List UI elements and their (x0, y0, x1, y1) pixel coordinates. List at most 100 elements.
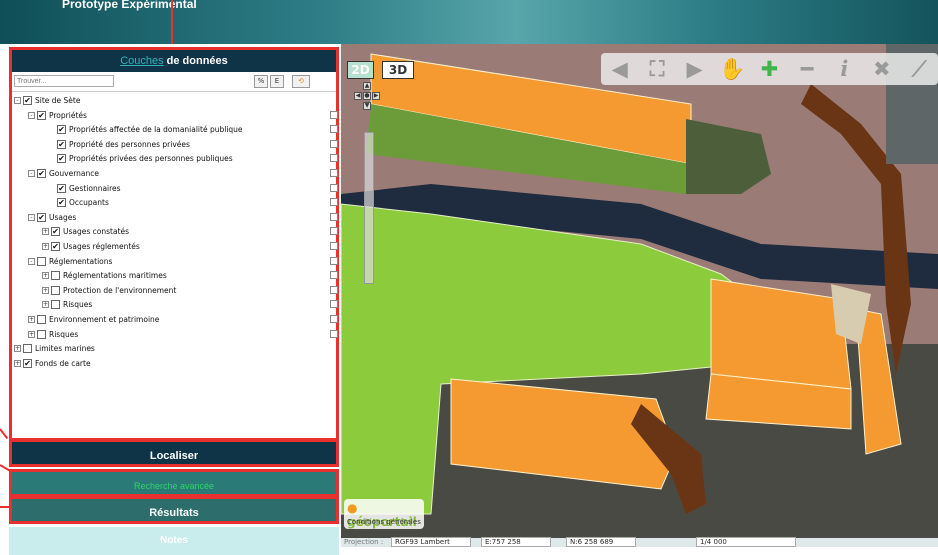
pan-left-icon[interactable]: ◀ (354, 92, 362, 100)
layer-search-input[interactable] (14, 75, 114, 87)
layer-checkbox[interactable] (51, 271, 60, 281)
layer-side-checkbox[interactable] (330, 198, 338, 207)
layer-side-checkbox[interactable] (330, 300, 338, 309)
resultats-bar[interactable]: Résultats (9, 496, 339, 524)
tree-node[interactable]: + Protection de l'environnement (42, 284, 176, 297)
pan-up-icon[interactable]: ▲ (363, 82, 371, 90)
layer-checkbox[interactable] (37, 256, 46, 266)
mode-2d-button[interactable]: 2D (347, 61, 374, 79)
pan-right-icon[interactable]: ▶ (372, 92, 380, 100)
layer-side-checkbox[interactable] (330, 183, 338, 192)
pan-down-icon[interactable]: ▼ (363, 102, 371, 110)
layer-side-checkbox[interactable] (330, 154, 338, 163)
layer-checkbox[interactable]: ✔ (51, 242, 60, 251)
tree-node[interactable]: - ✔ Propriétés (28, 109, 87, 122)
layer-checkbox[interactable]: ✔ (57, 154, 66, 164)
measure-icon[interactable]: ⟋ (906, 56, 932, 82)
delete-icon[interactable]: ✖ (869, 56, 895, 82)
layer-checkbox[interactable] (51, 300, 60, 310)
tree-node[interactable]: - ✔ Usages (28, 211, 76, 224)
layer-side-checkbox[interactable] (330, 271, 338, 280)
map-view[interactable]: 2D 3D ◀ ⛶ ▶ ✋ ✚ ━ i ✖ ⟋ ▲ ◀ ● ▶ ▼ ● géop… (341, 44, 938, 538)
tree-node[interactable]: + ✔ Fonds de carte (14, 357, 91, 370)
layer-side-checkbox[interactable] (330, 139, 338, 148)
tool-button-e[interactable]: E (270, 75, 284, 88)
layer-checkbox[interactable]: ✔ (37, 110, 46, 120)
aerial-map[interactable] (341, 44, 938, 538)
tree-node[interactable]: ✔ Occupants (57, 196, 109, 209)
full-extent-icon[interactable]: ⛶ (644, 56, 670, 82)
tree-expander-icon[interactable]: - (28, 257, 35, 265)
tree-node[interactable]: - ✔ Site de Sète (14, 94, 80, 107)
layer-side-checkbox[interactable] (330, 242, 338, 250)
layer-checkbox[interactable]: ✔ (57, 125, 66, 135)
tree-node[interactable]: ✔ Propriété des personnes privées (57, 138, 190, 151)
tree-expander-icon[interactable]: + (28, 316, 35, 323)
arrow-right-icon[interactable]: ▶ (682, 56, 708, 82)
tree-expander-icon[interactable]: + (42, 286, 49, 294)
pan-hand-icon[interactable]: ✋ (719, 56, 745, 82)
tree-node[interactable]: ✔ Propriétés privées des personnes publiq… (57, 152, 233, 165)
layer-side-checkbox[interactable] (330, 256, 338, 265)
tree-node[interactable]: + Risques (28, 328, 78, 341)
layer-checkbox[interactable]: ✔ (51, 227, 60, 237)
zoom-in-icon[interactable]: ✚ (756, 56, 782, 82)
layer-checkbox[interactable]: ✔ (37, 212, 46, 222)
layer-side-checkbox[interactable] (330, 315, 338, 323)
info-icon[interactable]: i (831, 56, 857, 82)
layer-checkbox[interactable]: ✔ (57, 183, 66, 193)
advanced-search-bar[interactable]: Recherche avancée (9, 469, 339, 497)
tree-node[interactable]: + ✔ Usages constatés (42, 225, 129, 238)
projection-select[interactable]: RGF93 Lambert (391, 537, 471, 547)
tree-expander-icon[interactable]: - (14, 97, 21, 104)
tool-button-percent[interactable]: % (254, 75, 268, 88)
tree-expander-icon[interactable]: - (28, 170, 35, 177)
layer-side-checkbox[interactable] (330, 110, 338, 119)
layer-checkbox[interactable]: ✔ (57, 198, 66, 208)
tree-expander-icon[interactable]: + (14, 345, 21, 353)
tree-expander-icon[interactable]: - (28, 213, 35, 221)
layer-checkbox[interactable]: ✔ (23, 96, 32, 105)
tree-expander-icon[interactable]: + (42, 272, 49, 280)
layer-checkbox[interactable] (23, 344, 32, 354)
layer-checkbox[interactable]: ✔ (57, 139, 66, 149)
tree-node[interactable]: + Environnement et patrimoine (28, 313, 159, 326)
tree-node[interactable]: ✔ Gestionnaires (57, 182, 121, 195)
layer-side-checkbox[interactable] (330, 125, 338, 134)
zoom-out-icon[interactable]: ━ (794, 56, 820, 82)
layer-checkbox[interactable] (37, 315, 46, 324)
scale-select[interactable]: 1/4 000 (696, 537, 796, 547)
tree-node[interactable]: + Réglementations maritimes (42, 269, 167, 282)
tree-expander-icon[interactable]: - (28, 111, 35, 119)
arrow-left-icon[interactable]: ◀ (607, 56, 633, 82)
tree-expander-icon[interactable]: + (28, 330, 35, 338)
tree-expander-icon[interactable]: + (42, 228, 49, 236)
tree-node[interactable]: ✔ Propriétés affectée de la domanialité p… (57, 123, 243, 136)
layer-checkbox[interactable] (37, 329, 46, 339)
layer-side-checkbox[interactable] (330, 169, 338, 177)
layer-side-checkbox[interactable] (330, 285, 338, 294)
layer-checkbox[interactable] (51, 285, 60, 295)
layer-side-checkbox[interactable] (330, 212, 338, 221)
layers-title-accent[interactable]: Couches (120, 55, 163, 67)
pan-center-icon[interactable]: ● (363, 92, 371, 100)
tree-expander-icon[interactable]: + (14, 359, 21, 367)
tree-node[interactable]: + Limites marines (14, 342, 95, 355)
tree-node[interactable]: - ✔ Gouvernance (28, 167, 99, 180)
mode-3d-button[interactable]: 3D (382, 61, 414, 79)
zoom-slider[interactable] (364, 132, 374, 284)
tree-node[interactable]: + Risques (42, 298, 92, 311)
tree-expander-icon[interactable]: + (42, 301, 49, 309)
geoportail-badge[interactable]: ● géoportail Conditions générales (344, 499, 424, 529)
layer-checkbox[interactable]: ✔ (23, 358, 32, 368)
conditions-link[interactable]: Conditions générales (347, 518, 421, 526)
layer-side-checkbox[interactable] (330, 227, 338, 236)
tree-expander-icon[interactable]: + (42, 243, 49, 250)
notes-bar[interactable]: Notes (9, 527, 339, 555)
layer-side-checkbox[interactable] (330, 329, 338, 338)
layer-checkbox[interactable]: ✔ (37, 169, 46, 178)
localiser-bar[interactable]: Localiser (9, 439, 339, 467)
tree-node[interactable]: - Réglementations (28, 255, 112, 268)
refresh-icon[interactable]: ⟲ (292, 75, 310, 88)
tree-node[interactable]: + ✔ Usages réglementés (42, 240, 140, 253)
